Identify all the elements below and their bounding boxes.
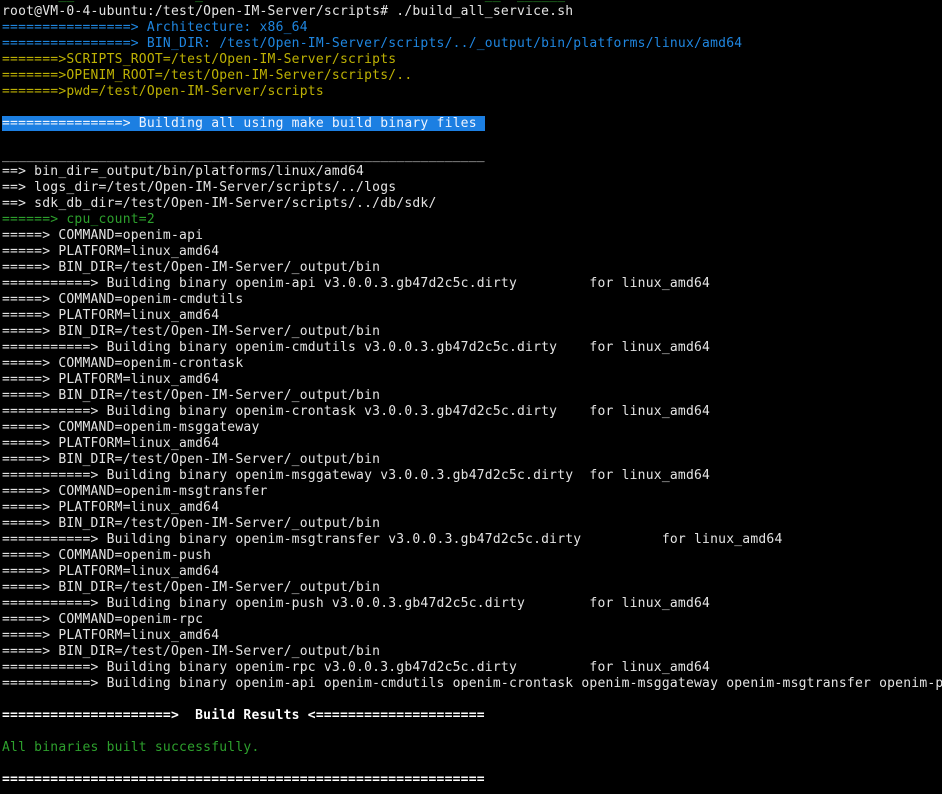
terminal-text: ================> Architecture: x86_64 <box>2 20 308 35</box>
terminal-line: =====> COMMAND=openim-msggateway <box>2 420 942 436</box>
terminal-line: =====> COMMAND=openim-cmdutils <box>2 292 942 308</box>
terminal-line <box>2 756 942 772</box>
terminal-text: root@VM-0-4-ubuntu:/test/Open-IM-Server/… <box>2 4 573 19</box>
terminal-text: ===========> Building binary openim-push… <box>2 596 710 611</box>
terminal-line: =====> PLATFORM=linux_amd64 <box>2 564 942 580</box>
terminal-text: =====> PLATFORM=linux_amd64 <box>2 500 219 515</box>
terminal-line: ===========> Building binary openim-rpc … <box>2 660 942 676</box>
terminal-line: =====> BIN_DIR=/test/Open-IM-Server/_out… <box>2 324 942 340</box>
terminal-line: ===========> Building binary openim-api … <box>2 676 942 692</box>
terminal-text: =====> COMMAND=openim-push <box>2 548 211 563</box>
terminal-line: =====> PLATFORM=linux_amd64 <box>2 436 942 452</box>
terminal-line <box>2 724 942 740</box>
terminal-line: ======> cpu_count=2 <box>2 212 942 228</box>
terminal-line: =====> COMMAND=openim-crontask <box>2 356 942 372</box>
terminal-text: =====> PLATFORM=linux_amd64 <box>2 308 219 323</box>
terminal-line: =====> BIN_DIR=/test/Open-IM-Server/_out… <box>2 260 942 276</box>
terminal-text: =====> BIN_DIR=/test/Open-IM-Server/_out… <box>2 516 380 531</box>
terminal-line <box>2 100 942 116</box>
terminal-text: ===========> Building binary openim-api … <box>2 676 942 691</box>
terminal-text: ========================================… <box>2 772 485 787</box>
terminal-line: ===========> Building binary openim-msgg… <box>2 468 942 484</box>
terminal-line: ===========> Building binary openim-api … <box>2 276 942 292</box>
terminal-line: =====> BIN_DIR=/test/Open-IM-Server/_out… <box>2 452 942 468</box>
terminal-text: =======>OPENIM_ROOT=/test/Open-IM-Server… <box>2 68 412 83</box>
terminal-text: ________________________________________… <box>2 148 485 163</box>
terminal-text: =====> PLATFORM=linux_amd64 <box>2 372 219 387</box>
terminal-text: =====> BIN_DIR=/test/Open-IM-Server/_out… <box>2 580 380 595</box>
terminal-line: =====> PLATFORM=linux_amd64 <box>2 308 942 324</box>
terminal-text: ================> BIN_DIR: /test/Open-IM… <box>2 36 742 51</box>
terminal-line: =====> BIN_DIR=/test/Open-IM-Server/_out… <box>2 388 942 404</box>
terminal-line <box>2 132 942 148</box>
terminal-line: =====> COMMAND=openim-rpc <box>2 612 942 628</box>
terminal-text: ===========> Building binary openim-api … <box>2 276 710 291</box>
terminal-line: All binaries built successfully. <box>2 740 942 756</box>
terminal-text: =====> PLATFORM=linux_amd64 <box>2 244 219 259</box>
selected-text: ===============> Building all using make… <box>2 116 485 131</box>
terminal-line: =====> COMMAND=openim-api <box>2 228 942 244</box>
terminal-line: ========================================… <box>2 772 942 788</box>
terminal-text: ===========> Building binary openim-msgg… <box>2 468 710 483</box>
terminal-line: =====> COMMAND=openim-push <box>2 548 942 564</box>
terminal-line: =====================> Build Results <==… <box>2 708 942 724</box>
terminal-text: ===========> Building binary openim-cron… <box>2 404 710 419</box>
terminal-text: ==> logs_dir=/test/Open-IM-Server/script… <box>2 180 396 195</box>
terminal-line: ===============> Building all using make… <box>2 116 942 132</box>
terminal-text: =====> BIN_DIR=/test/Open-IM-Server/_out… <box>2 388 380 403</box>
terminal-text: =======>SCRIPTS_ROOT=/test/Open-IM-Serve… <box>2 52 396 67</box>
terminal-text: ==> bin_dir=_output/bin/platforms/linux/… <box>2 164 364 179</box>
terminal-line: =====> PLATFORM=linux_amd64 <box>2 628 942 644</box>
terminal-text: ==> sdk_db_dir=/test/Open-IM-Server/scri… <box>2 196 437 211</box>
terminal-line: =======>pwd=/test/Open-IM-Server/scripts <box>2 84 942 100</box>
terminal-text: =====> COMMAND=openim-rpc <box>2 612 203 627</box>
terminal-text: =====> PLATFORM=linux_amd64 <box>2 564 219 579</box>
terminal-text: =====> COMMAND=openim-api <box>2 228 203 243</box>
terminal-line: ================> BIN_DIR: /test/Open-IM… <box>2 36 942 52</box>
terminal-line: =====> COMMAND=openim-msgtransfer <box>2 484 942 500</box>
terminal-line: =====> PLATFORM=linux_amd64 <box>2 372 942 388</box>
terminal-text: =======>pwd=/test/Open-IM-Server/scripts <box>2 84 324 99</box>
terminal-line: ==> sdk_db_dir=/test/Open-IM-Server/scri… <box>2 196 942 212</box>
terminal-text: __ _ __ ______ <box>2 0 565 3</box>
terminal-line: ==> bin_dir=_output/bin/platforms/linux/… <box>2 164 942 180</box>
terminal-text: =====> BIN_DIR=/test/Open-IM-Server/_out… <box>2 644 380 659</box>
terminal-line: =====> PLATFORM=linux_amd64 <box>2 244 942 260</box>
terminal-text: ===========> Building binary openim-rpc … <box>2 660 710 675</box>
terminal-line: =====> PLATFORM=linux_amd64 <box>2 500 942 516</box>
terminal-text: ============ === <box>565 0 935 3</box>
terminal-text: =====> COMMAND=openim-crontask <box>2 356 243 371</box>
terminal-line: =======>OPENIM_ROOT=/test/Open-IM-Server… <box>2 68 942 84</box>
terminal-line: ================> Architecture: x86_64 <box>2 20 942 36</box>
terminal-text: =====> COMMAND=openim-msggateway <box>2 420 260 435</box>
terminal-line: =====> BIN_DIR=/test/Open-IM-Server/_out… <box>2 516 942 532</box>
terminal-text: ===========> Building binary openim-cmdu… <box>2 340 710 355</box>
terminal-line: ===========> Building binary openim-cmdu… <box>2 340 942 356</box>
terminal-line: ===========> Building binary openim-push… <box>2 596 942 612</box>
terminal-text: =====> PLATFORM=linux_amd64 <box>2 628 219 643</box>
terminal-text: All binaries built successfully. <box>2 740 260 755</box>
terminal-text: =====> BIN_DIR=/test/Open-IM-Server/_out… <box>2 324 380 339</box>
terminal-output: __ _ __ ______ ============ ===root@VM-0… <box>0 0 942 788</box>
terminal-line: ==> logs_dir=/test/Open-IM-Server/script… <box>2 180 942 196</box>
terminal-line: =====> BIN_DIR=/test/Open-IM-Server/_out… <box>2 580 942 596</box>
terminal-line: =====> BIN_DIR=/test/Open-IM-Server/_out… <box>2 644 942 660</box>
terminal-text: =====> PLATFORM=linux_amd64 <box>2 436 219 451</box>
terminal-text: ===========> Building binary openim-msgt… <box>2 532 783 547</box>
terminal-line: =======>SCRIPTS_ROOT=/test/Open-IM-Serve… <box>2 52 942 68</box>
terminal-text: =====> COMMAND=openim-msgtransfer <box>2 484 268 499</box>
terminal-line: root@VM-0-4-ubuntu:/test/Open-IM-Server/… <box>2 4 942 20</box>
terminal-line: ________________________________________… <box>2 148 942 164</box>
terminal-text: =====> BIN_DIR=/test/Open-IM-Server/_out… <box>2 260 380 275</box>
terminal-line <box>2 692 942 708</box>
terminal-line: ===========> Building binary openim-msgt… <box>2 532 942 548</box>
terminal-text: =====> COMMAND=openim-cmdutils <box>2 292 243 307</box>
terminal-text: =====================> Build Results <==… <box>2 708 485 723</box>
terminal-line: ===========> Building binary openim-cron… <box>2 404 942 420</box>
terminal-text: ======> cpu_count=2 <box>2 212 155 227</box>
terminal-text: =====> BIN_DIR=/test/Open-IM-Server/_out… <box>2 452 380 467</box>
